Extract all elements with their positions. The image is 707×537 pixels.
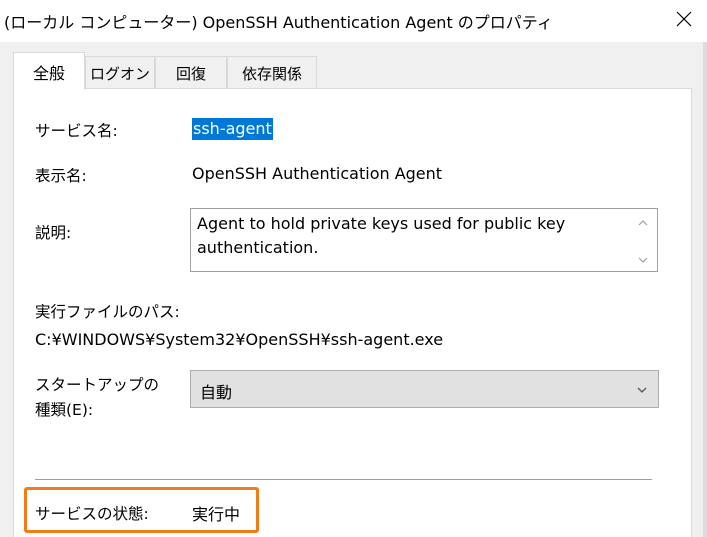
startup-type-value: 自動	[200, 383, 233, 402]
chevron-down-icon	[638, 257, 648, 263]
startup-type-select[interactable]: 自動	[190, 370, 659, 408]
startup-type-label-line2: 種類(E):	[35, 401, 94, 419]
annotation-highlight-box	[24, 487, 259, 533]
description-text: Agent to hold private keys used for publ…	[197, 214, 566, 257]
exe-path-value[interactable]: C:¥WINDOWS¥System32¥OpenSSH¥ssh-agent.ex…	[35, 330, 443, 349]
close-icon	[676, 11, 692, 27]
chevron-up-icon	[638, 220, 648, 226]
service-name-label: サービス名:	[35, 122, 118, 140]
divider	[35, 479, 652, 480]
tab-general[interactable]: 全般	[13, 52, 85, 90]
startup-type-label-line1: スタートアップの	[35, 376, 160, 394]
description-scrollbar[interactable]	[629, 209, 657, 271]
title-bar: (ローカル コンピューター) OpenSSH Authentication Ag…	[0, 0, 707, 42]
display-name-value[interactable]: OpenSSH Authentication Agent	[192, 164, 442, 183]
description-textbox[interactable]: Agent to hold private keys used for publ…	[190, 208, 658, 272]
exe-path-label: 実行ファイルのパス:	[35, 303, 180, 321]
scroll-down-button[interactable]	[636, 253, 650, 267]
tab-recovery[interactable]: 回復	[155, 56, 227, 89]
properties-dialog: (ローカル コンピューター) OpenSSH Authentication Ag…	[0, 0, 707, 537]
window-edge	[703, 42, 707, 537]
window-title: (ローカル コンピューター) OpenSSH Authentication Ag…	[4, 13, 553, 32]
description-label: 説明:	[35, 224, 72, 242]
tab-dependencies[interactable]: 依存関係	[227, 56, 317, 89]
close-button[interactable]	[661, 0, 707, 38]
display-name-label: 表示名:	[35, 167, 87, 185]
tab-logon[interactable]: ログオン	[85, 56, 155, 89]
service-name-value[interactable]: ssh-agent	[192, 118, 273, 140]
chevron-down-icon	[637, 387, 647, 393]
scroll-up-button[interactable]	[636, 216, 650, 230]
